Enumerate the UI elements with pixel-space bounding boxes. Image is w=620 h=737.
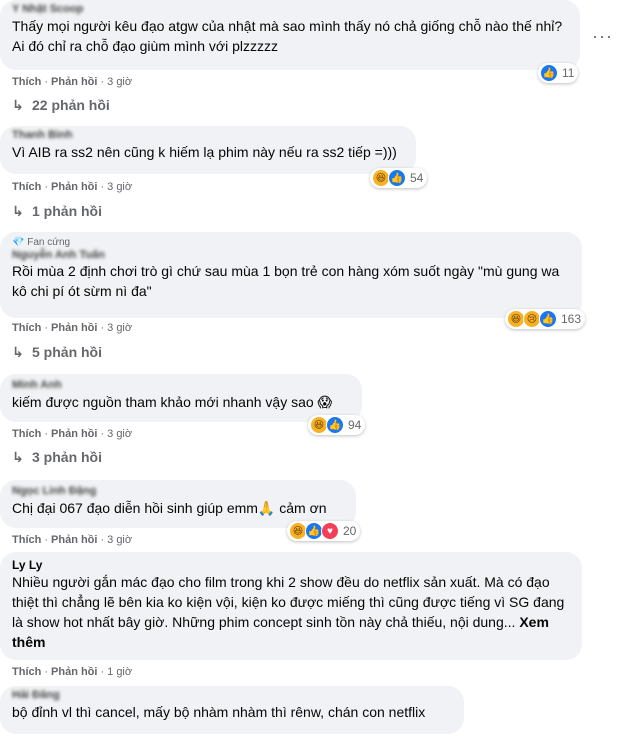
like-reaction-icon: 👍 xyxy=(539,310,557,328)
like-button[interactable]: Thích xyxy=(12,666,41,678)
comment-author[interactable]: Ngọc Linh Đặng xyxy=(12,484,344,498)
timestamp[interactable]: 3 giờ xyxy=(107,428,132,440)
like-button[interactable]: Thích xyxy=(12,322,41,334)
comment-author[interactable]: Nguyễn Anh Tuấn xyxy=(12,249,570,261)
view-replies-button[interactable]: ↳ 1 phản hồi xyxy=(12,201,102,221)
reply-button[interactable]: Phản hồi xyxy=(51,534,97,546)
comment-author[interactable]: Thanh Bình xyxy=(12,128,404,142)
comment-bubble: Ly Ly Nhiều người gắn mác đạo cho film t… xyxy=(0,552,582,660)
like-button[interactable]: Thích xyxy=(12,428,41,440)
reaction-count: 11 xyxy=(562,66,575,80)
reply-arrow-icon: ↳ xyxy=(12,203,24,219)
comment-text: Chị đại 067 đạo diễn hồi sinh giúp emm🙏 … xyxy=(12,500,327,516)
reply-button[interactable]: Phản hồi xyxy=(51,428,97,440)
comment-actions: Thích · Phản hồi · 3 giờ xyxy=(12,76,133,88)
like-reaction-icon: 👍 xyxy=(388,169,406,187)
timestamp[interactable]: 3 giờ xyxy=(107,322,132,334)
comment-text: Thấy mọi người kêu đạo atgw của nhật mà … xyxy=(12,18,563,54)
view-replies-button[interactable]: ↳ 5 phản hồi xyxy=(12,342,102,362)
timestamp[interactable]: 1 giờ xyxy=(107,666,132,678)
like-button[interactable]: Thích xyxy=(12,76,41,88)
reaction-count: 54 xyxy=(410,171,424,185)
comment-bubble: Minh Anh kiếm được nguồn tham khảo mới n… xyxy=(0,374,362,422)
reply-arrow-icon: ↳ xyxy=(12,344,24,360)
reaction-summary[interactable]: 😆 👍 54 xyxy=(370,168,428,188)
like-reaction-icon: 👍 xyxy=(326,416,344,434)
view-replies-button[interactable]: ↳ 3 phản hồi xyxy=(12,447,102,467)
comment-author[interactable]: Ly Ly xyxy=(12,558,570,572)
comment-author[interactable]: Hải Đăng xyxy=(12,688,452,702)
timestamp[interactable]: 3 giờ xyxy=(107,181,132,193)
reaction-summary[interactable]: 😆 😢 👍 163 xyxy=(505,309,586,329)
reaction-count: 163 xyxy=(561,312,582,326)
comment-text: Rồi mùa 2 định chơi trò gì chứ sau mùa 1… xyxy=(12,263,560,299)
comment-text: kiếm được nguồn tham khảo mới nhanh vậy … xyxy=(12,394,333,410)
comment-bubble: 💎 Fan cứng Nguyễn Anh Tuấn Rồi mùa 2 địn… xyxy=(0,232,582,318)
reaction-summary[interactable]: 👍 11 xyxy=(538,63,579,83)
like-reaction-icon: 👍 xyxy=(540,64,558,82)
comment-actions: Thích · Phản hồi · 3 giờ xyxy=(12,181,133,193)
reply-arrow-icon: ↳ xyxy=(12,449,24,465)
reaction-summary[interactable]: 😆 👍 ♥ 20 xyxy=(287,521,361,541)
comment-actions: Thích · Phản hồi · 1 giờ xyxy=(12,666,133,678)
like-button[interactable]: Thích xyxy=(12,534,41,546)
comment-text: Nhiều người gắn mác đạo cho film trong k… xyxy=(12,574,565,650)
reply-button[interactable]: Phản hồi xyxy=(51,322,97,334)
comment-author[interactable]: Minh Anh xyxy=(12,378,350,392)
reply-button[interactable]: Phản hồi xyxy=(51,181,97,193)
more-options-icon[interactable]: ··· xyxy=(592,26,613,47)
comment-text: bộ đỉnh vl thì cancel, mấy bộ nhàm nhàm … xyxy=(12,704,426,720)
reply-button[interactable]: Phản hồi xyxy=(51,76,97,88)
love-reaction-icon: ♥ xyxy=(321,522,339,540)
comment-text: Vì AIB ra ss2 nên cũng k hiếm lạ phim nà… xyxy=(12,144,397,160)
comment-actions: Thích · Phản hồi · 3 giờ xyxy=(12,428,133,440)
timestamp[interactable]: 3 giờ xyxy=(107,76,132,88)
reaction-summary[interactable]: 😆 👍 94 xyxy=(308,415,366,435)
comment-actions: Thích · Phản hồi · 3 giờ xyxy=(12,322,133,334)
comment-author[interactable]: Y Nhật Scoop xyxy=(12,2,568,16)
comment-bubble: Thanh Bình Vì AIB ra ss2 nên cũng k hiếm… xyxy=(0,126,416,174)
comment-bubble: Y Nhật Scoop Thấy mọi người kêu đạo atgw… xyxy=(0,0,580,70)
top-fan-badge: 💎 Fan cứng xyxy=(12,237,71,248)
timestamp[interactable]: 3 giờ xyxy=(107,534,132,546)
comment-bubble: Hải Đăng bộ đỉnh vl thì cancel, mấy bộ n… xyxy=(0,686,464,734)
reply-arrow-icon: ↳ xyxy=(12,97,24,113)
like-button[interactable]: Thích xyxy=(12,181,41,193)
reaction-count: 94 xyxy=(348,418,362,432)
reaction-count: 20 xyxy=(343,524,357,538)
diamond-icon: 💎 xyxy=(12,237,28,248)
view-replies-button[interactable]: ↳ 22 phản hồi xyxy=(12,95,110,115)
comment-actions: Thích · Phản hồi · 3 giờ xyxy=(12,534,133,546)
reply-button[interactable]: Phản hồi xyxy=(51,666,97,678)
